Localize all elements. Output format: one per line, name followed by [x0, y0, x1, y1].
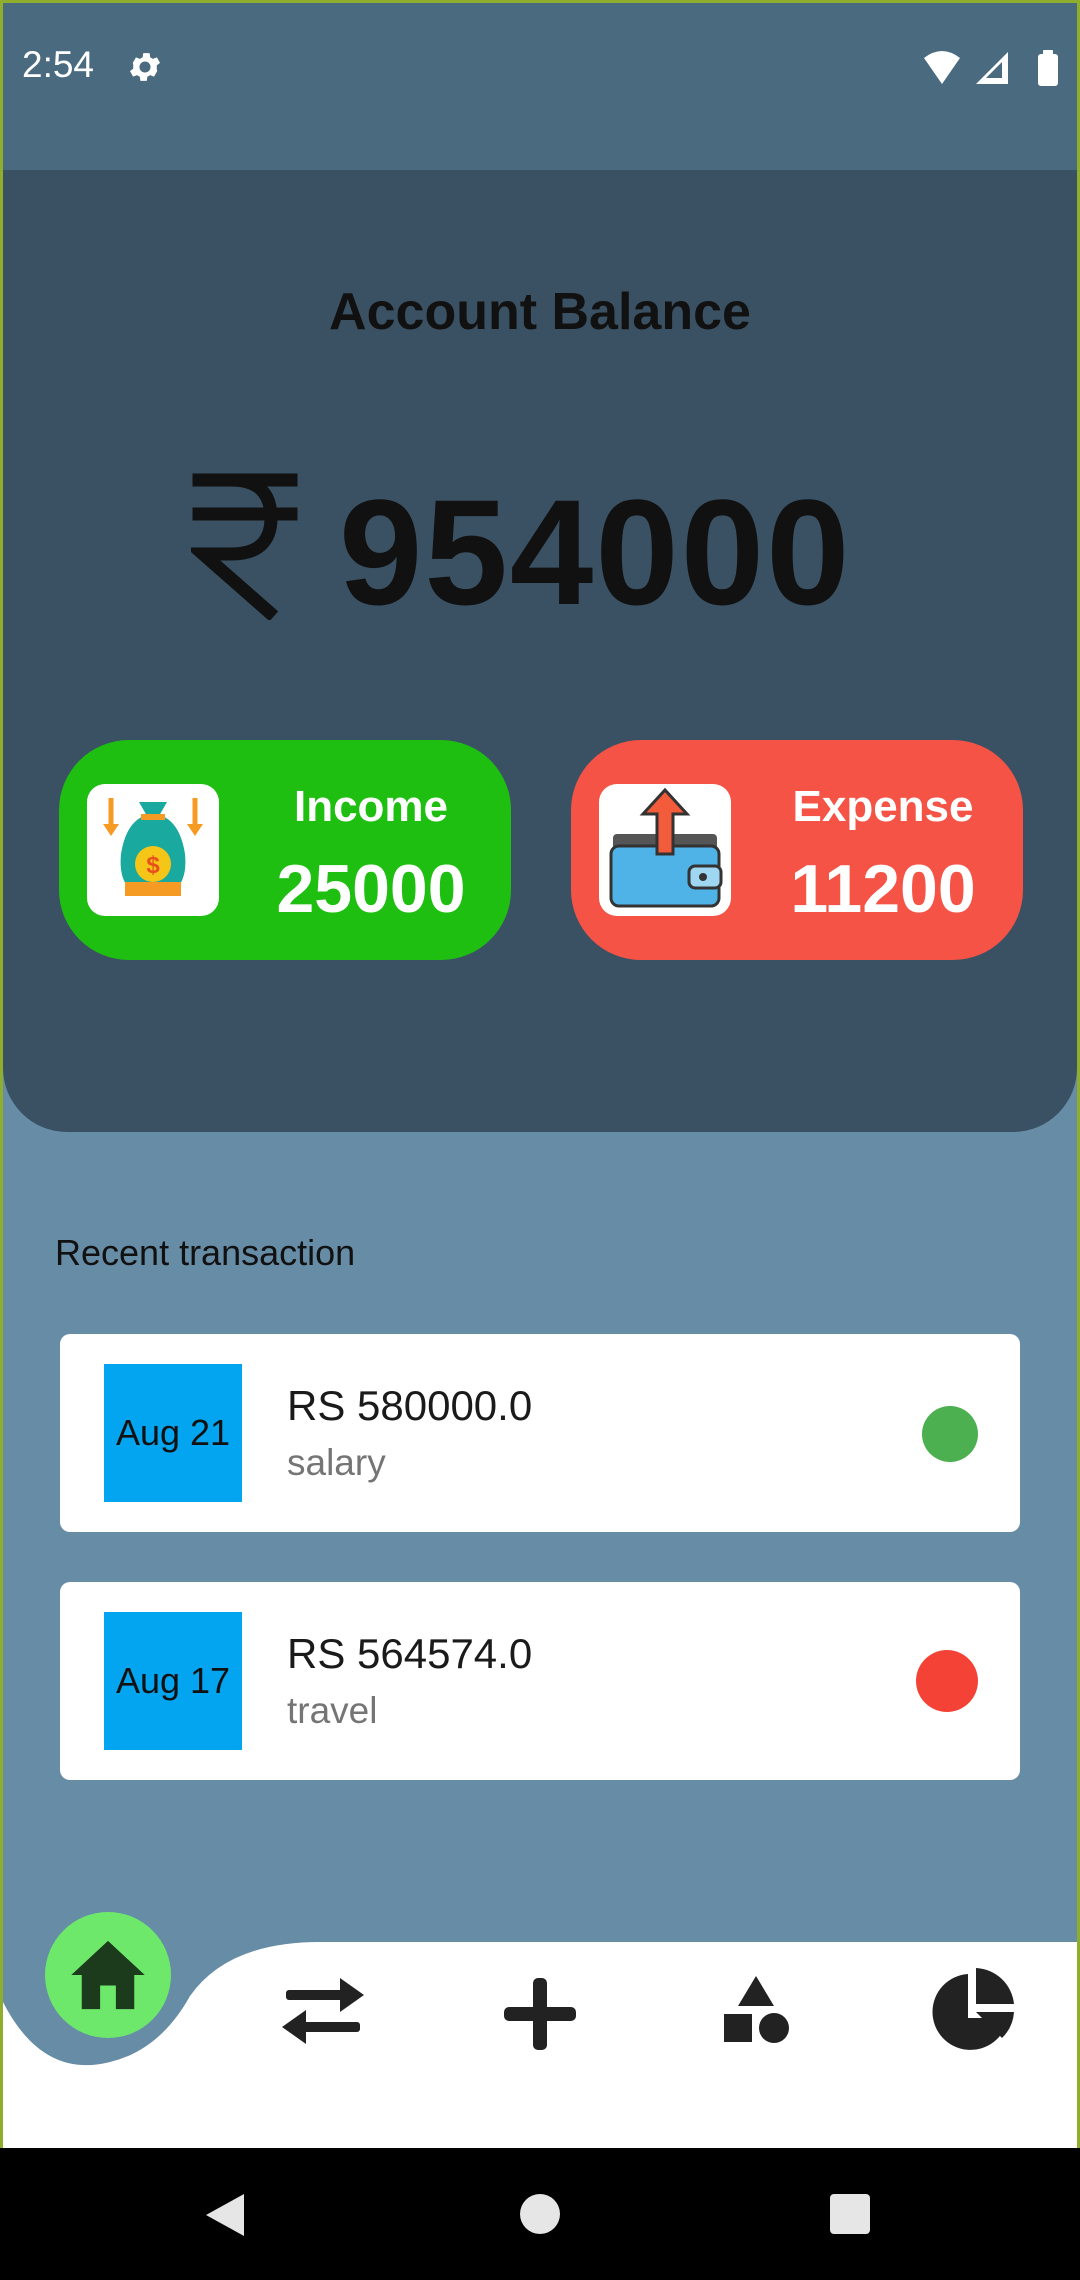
- svg-text:$: $: [146, 852, 160, 879]
- recents-icon[interactable]: [828, 2192, 872, 2236]
- income-label: Income: [293, 782, 449, 831]
- battery-icon: [1038, 54, 1058, 86]
- pie-chart-icon[interactable]: [928, 1966, 1018, 2056]
- recent-transactions-title: Recent transaction: [55, 1232, 356, 1273]
- transaction-date: Aug 17: [104, 1612, 242, 1750]
- transaction-row[interactable]: Aug 17 RS 564574.0 travel: [60, 1582, 1020, 1780]
- wifi-icon: [924, 51, 960, 84]
- balance-panel: Account Balance 954000 $ Income 25000 Ex…: [3, 170, 1077, 1132]
- home-circle-icon[interactable]: [518, 2192, 562, 2236]
- gear-icon: [129, 53, 161, 81]
- signal-icon: [976, 52, 1008, 84]
- transaction-category: salary: [287, 1442, 386, 1483]
- expense-indicator-dot: [916, 1650, 978, 1712]
- transaction-date: Aug 21: [104, 1364, 242, 1502]
- categories-icon[interactable]: [720, 1974, 792, 2046]
- transaction-category: travel: [287, 1690, 378, 1731]
- balance-amount: 954000: [339, 468, 852, 636]
- expense-value: 11200: [790, 851, 976, 927]
- home-icon: [71, 1940, 145, 2010]
- status-bar: 2:54: [0, 0, 1080, 170]
- back-icon[interactable]: [200, 2190, 250, 2240]
- transfer-icon[interactable]: [280, 1976, 366, 2046]
- add-icon[interactable]: [502, 1976, 578, 2052]
- money-bag-icon: $: [87, 784, 219, 916]
- nav-home-button[interactable]: [45, 1912, 171, 2038]
- system-navigation-bar: [0, 2148, 1080, 2280]
- transaction-amount: RS 564574.0: [287, 1630, 533, 1677]
- wallet-icon: [599, 784, 731, 916]
- rupee-icon: [191, 473, 298, 620]
- income-value: 25000: [276, 851, 466, 927]
- expense-label: Expense: [792, 782, 974, 831]
- expense-card[interactable]: Expense 11200: [571, 740, 1023, 960]
- balance-title: Account Balance: [329, 283, 751, 341]
- status-time: 2:54: [22, 44, 95, 85]
- transaction-amount: RS 580000.0: [287, 1382, 533, 1429]
- status-icons: [924, 50, 1058, 86]
- transaction-row[interactable]: Aug 21 RS 580000.0 salary: [60, 1334, 1020, 1532]
- income-indicator-dot: [922, 1406, 978, 1462]
- income-card[interactable]: $ Income 25000: [59, 740, 511, 960]
